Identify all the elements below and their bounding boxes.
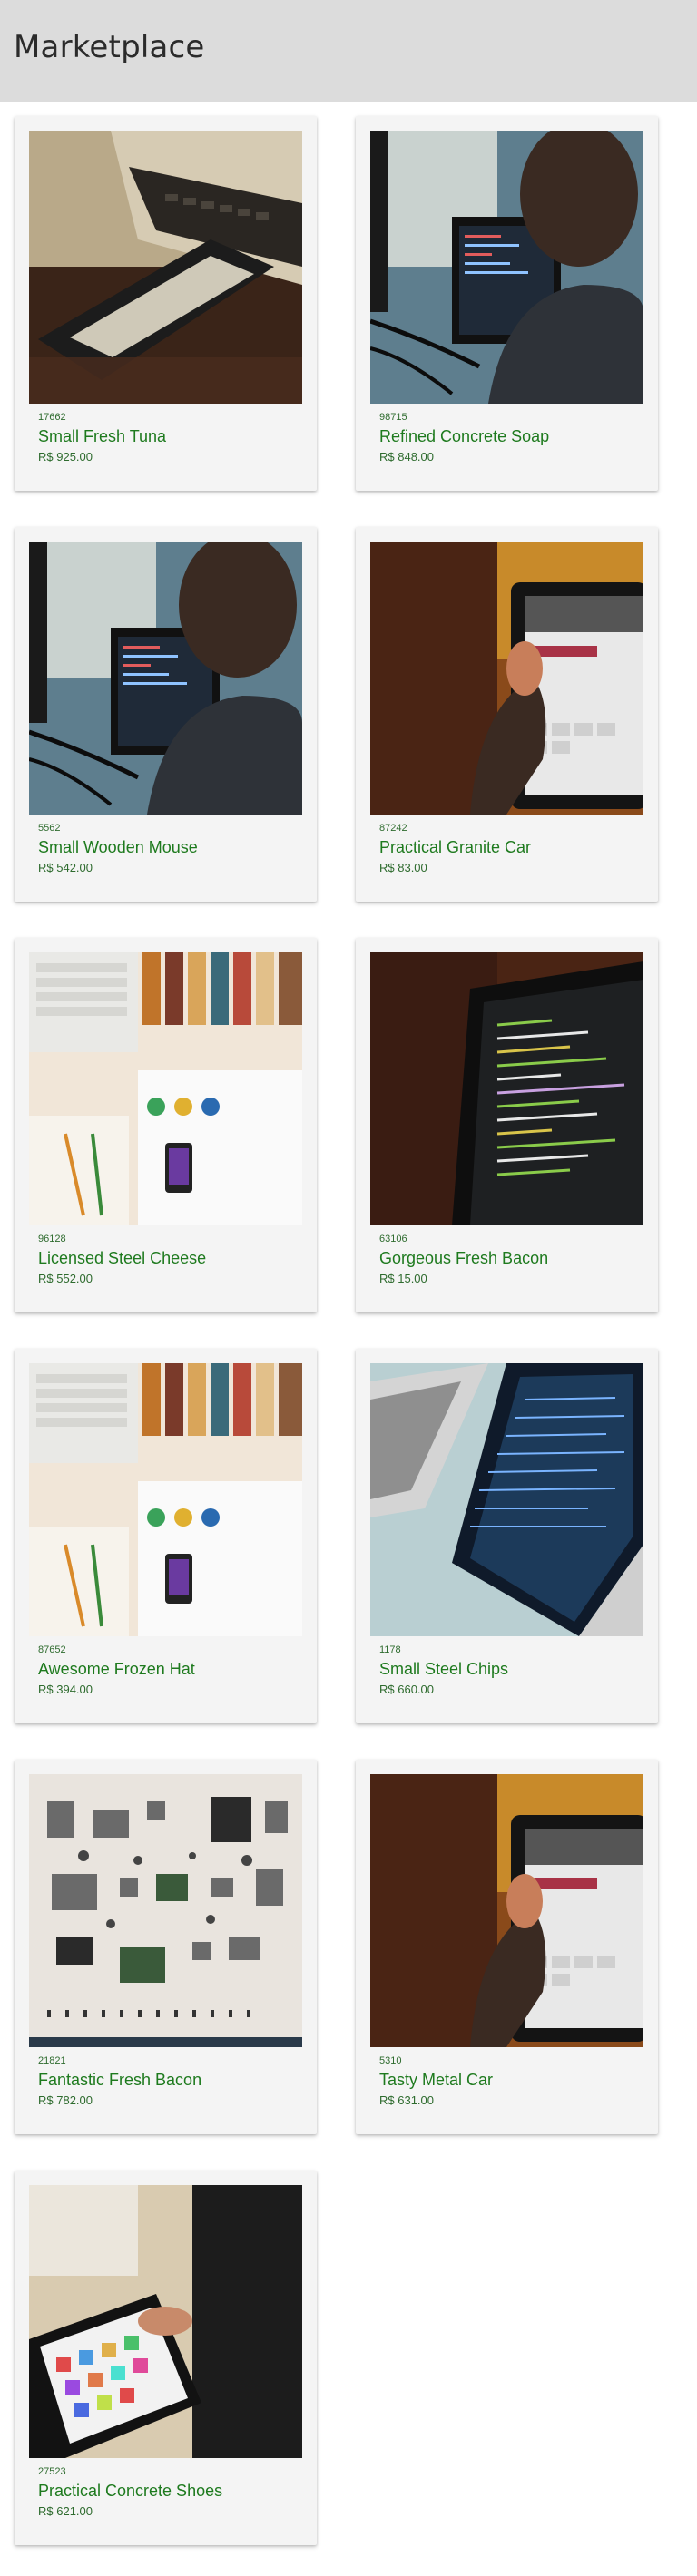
product-price: R$ 660.00 (379, 1683, 434, 1696)
product-name[interactable]: Small Steel Chips (379, 1660, 508, 1679)
product-card[interactable]: 87652 Awesome Frozen Hat R$ 394.00 (15, 1349, 317, 1723)
product-name[interactable]: Refined Concrete Soap (379, 427, 549, 446)
product-image[interactable] (29, 131, 302, 404)
product-id: 96128 (38, 1234, 66, 1244)
product-name[interactable]: Gorgeous Fresh Bacon (379, 1249, 548, 1268)
product-name[interactable]: Small Fresh Tuna (38, 427, 166, 446)
product-price: R$ 621.00 (38, 2504, 93, 2518)
product-card[interactable]: 27523 Practical Concrete Shoes R$ 621.00 (15, 2171, 317, 2545)
product-card[interactable]: 98715 Refined Concrete Soap R$ 848.00 (356, 116, 658, 491)
product-id: 5310 (379, 2055, 402, 2066)
product-image[interactable] (29, 542, 302, 815)
product-card[interactable]: 96128 Licensed Steel Cheese R$ 552.00 (15, 938, 317, 1312)
product-price: R$ 631.00 (379, 2093, 434, 2107)
product-id: 21821 (38, 2055, 66, 2066)
product-id: 17662 (38, 412, 66, 423)
product-price: R$ 15.00 (379, 1272, 427, 1285)
product-card[interactable]: 1178 Small Steel Chips R$ 660.00 (356, 1349, 658, 1723)
product-card[interactable]: 87242 Practical Granite Car R$ 83.00 (356, 527, 658, 902)
product-id: 63106 (379, 1234, 407, 1244)
product-card[interactable]: 63106 Gorgeous Fresh Bacon R$ 15.00 (356, 938, 658, 1312)
product-card[interactable]: 5310 Tasty Metal Car R$ 631.00 (356, 1760, 658, 2134)
product-image[interactable] (370, 1363, 643, 1636)
product-id: 98715 (379, 412, 407, 423)
product-image[interactable] (29, 952, 302, 1225)
product-price: R$ 782.00 (38, 2093, 93, 2107)
product-price: R$ 848.00 (379, 450, 434, 463)
product-id: 87652 (38, 1644, 66, 1655)
product-price: R$ 552.00 (38, 1272, 93, 1285)
product-image[interactable] (370, 1774, 643, 2047)
product-name[interactable]: Awesome Frozen Hat (38, 1660, 195, 1679)
product-price: R$ 394.00 (38, 1683, 93, 1696)
product-name[interactable]: Fantastic Fresh Bacon (38, 2071, 201, 2090)
product-image[interactable] (370, 952, 643, 1225)
product-name[interactable]: Licensed Steel Cheese (38, 1249, 206, 1268)
product-image[interactable] (370, 131, 643, 404)
product-image[interactable] (29, 2185, 302, 2458)
product-card[interactable]: 21821 Fantastic Fresh Bacon R$ 782.00 (15, 1760, 317, 2134)
product-price: R$ 542.00 (38, 861, 93, 874)
product-image[interactable] (29, 1774, 302, 2047)
product-name[interactable]: Practical Concrete Shoes (38, 2482, 222, 2501)
product-image[interactable] (370, 542, 643, 815)
product-id: 5562 (38, 823, 61, 834)
product-name[interactable]: Small Wooden Mouse (38, 838, 198, 857)
product-card[interactable]: 5562 Small Wooden Mouse R$ 542.00 (15, 527, 317, 902)
page-title: Marketplace (14, 29, 205, 65)
product-name[interactable]: Tasty Metal Car (379, 2071, 493, 2090)
product-name[interactable]: Practical Granite Car (379, 838, 531, 857)
app-header: Marketplace (0, 0, 697, 102)
product-id: 1178 (379, 1644, 401, 1655)
product-id: 27523 (38, 2466, 66, 2477)
product-price: R$ 83.00 (379, 861, 427, 874)
product-price: R$ 925.00 (38, 450, 93, 463)
product-id: 87242 (379, 823, 407, 834)
product-image[interactable] (29, 1363, 302, 1636)
product-card[interactable]: 17662 Small Fresh Tuna R$ 925.00 (15, 116, 317, 491)
